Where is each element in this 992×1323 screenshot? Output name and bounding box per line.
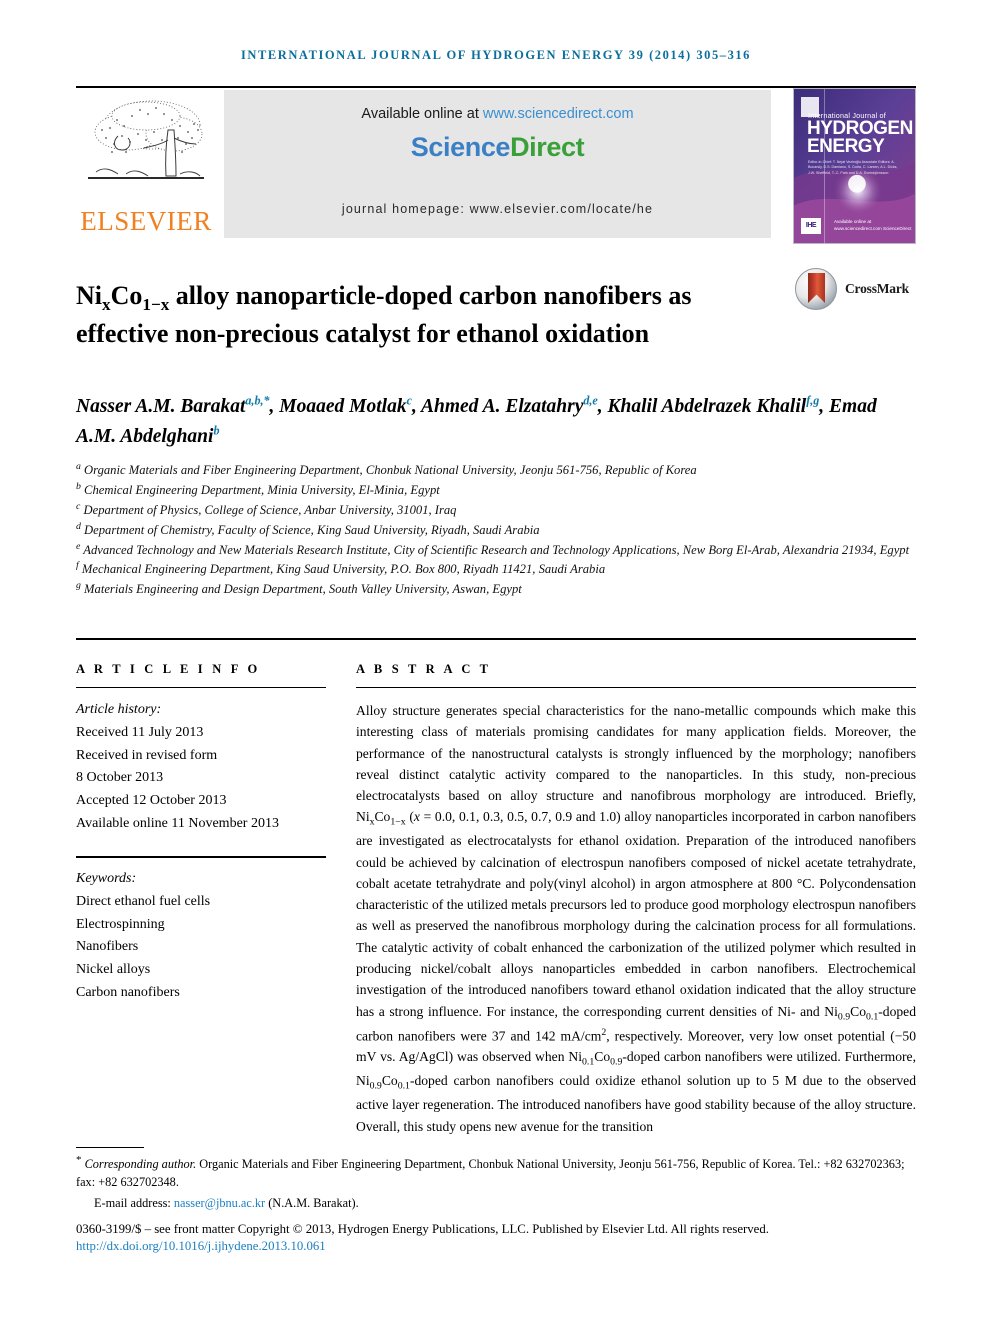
sciencedirect-logo-direct: Direct	[510, 132, 585, 162]
crossmark-badge[interactable]: CrossMark	[795, 268, 925, 312]
crossmark-ribbon-icon	[808, 273, 825, 303]
available-online-prefix: Available online at	[361, 106, 483, 122]
affiliation-item: c Department of Physics, College of Scie…	[76, 500, 457, 517]
affiliation-item: d Department of Chemistry, Faculty of Sc…	[76, 520, 540, 537]
abstract-rule	[356, 687, 916, 688]
email-line: E-mail address: nasser@jbnu.ac.kr (N.A.M…	[76, 1195, 921, 1213]
affiliation-item: a Organic Materials and Fiber Engineerin…	[76, 460, 697, 477]
affiliation-marker: d	[76, 520, 81, 532]
affiliation-marker: f	[76, 560, 79, 572]
corresponding-author-footnote: * Corresponding author. Organic Material…	[76, 1153, 921, 1213]
article-history-item: Accepted 12 October 2013	[76, 793, 227, 809]
affiliation-marker: e	[76, 540, 81, 552]
abstract-heading: A B S T R A C T	[356, 662, 492, 676]
journal-article-first-page: INTERNATIONAL JOURNAL OF HYDROGEN ENERGY…	[0, 0, 992, 1323]
journal-cover-image: International Journal of HYDROGEN ENERGY…	[793, 88, 916, 244]
content-divider	[76, 638, 916, 640]
article-info-column: A R T I C L E I N F O Article history: R…	[76, 662, 328, 1005]
keywords-label: Keywords:	[76, 870, 137, 886]
cover-sciencedirect-mark: Available online at www.sciencedirect.co…	[834, 219, 912, 232]
article-info-rule-bottom	[76, 855, 326, 858]
abstract-body: Alloy structure generates special charac…	[356, 703, 916, 1134]
running-head: INTERNATIONAL JOURNAL OF HYDROGEN ENERGY…	[241, 48, 751, 62]
article-history-item: Available online 11 November 2013	[76, 816, 279, 832]
article-history-items: Received 11 July 2013 Received in revised…	[76, 722, 328, 836]
author-list: Nasser A.M. Barakata,b,*, Moaaed Motlakc…	[76, 393, 877, 447]
email-label: E-mail address:	[94, 1195, 174, 1210]
available-online-line: Available online at www.sciencedirect.co…	[224, 106, 771, 122]
keywords-items: Direct ethanol fuel cells Electrospinning…	[76, 891, 328, 1005]
corresponding-author-label: Corresponding author.	[84, 1157, 197, 1172]
article-history-item: 8 October 2013	[76, 770, 164, 786]
keyword-item: Electrospinning	[76, 916, 165, 932]
affiliation-marker: c	[76, 500, 81, 512]
keyword-item: Carbon nanofibers	[76, 984, 180, 1000]
keyword-item: Direct ethanol fuel cells	[76, 893, 211, 909]
page-title: NixCo1−x alloy nanoparticle-doped carbon…	[76, 281, 692, 349]
affiliation-marker: g	[76, 580, 81, 592]
elsevier-wordmark: ELSEVIER	[80, 206, 212, 236]
article-history-item: Received in revised form	[76, 747, 218, 763]
crossmark-label: CrossMark	[845, 281, 909, 296]
keyword-item: Nanofibers	[76, 939, 139, 955]
affiliation-item: f Mechanical Engineering Department, Kin…	[76, 560, 606, 577]
email-suffix: (N.A.M. Barakat).	[265, 1195, 359, 1210]
affiliation-marker: a	[76, 460, 81, 472]
sciencedirect-logo: ScienceDirect	[224, 132, 771, 163]
affiliation-list: a Organic Materials and Fiber Engineerin…	[76, 461, 926, 600]
crossmark-icon	[795, 268, 837, 310]
doi-link[interactable]: http://dx.doi.org/10.1016/j.ijhydene.201…	[76, 1239, 326, 1254]
sciencedirect-logo-science: Science	[410, 132, 511, 162]
masthead: ELSEVIER Available online at www.science…	[76, 88, 916, 244]
keywords-block: Keywords: Direct ethanol fuel cells Elect…	[76, 868, 328, 1005]
copyright-line: 0360-3199/$ – see front matter Copyright…	[76, 1222, 769, 1236]
affiliation-item: g Materials Engineering and Design Depar…	[76, 580, 522, 597]
article-info-heading: A R T I C L E I N F O	[76, 662, 261, 676]
affiliation-item: e Advanced Technology and New Materials …	[76, 540, 910, 557]
abstract-column: A B S T R A C T Alloy structure generate…	[356, 662, 916, 1137]
sciencedirect-link[interactable]: www.sciencedirect.com	[483, 106, 634, 122]
cover-journal-word-energy: ENERGY	[807, 136, 885, 157]
article-history-item: Received 11 July 2013	[76, 724, 204, 740]
footnote-marker: *	[76, 1154, 82, 1166]
article-history-label: Article history:	[76, 702, 162, 717]
article-info-rule-top	[76, 687, 326, 688]
affiliation-item: b Chemical Engineering Department, Minia…	[76, 480, 440, 497]
sciencedirect-panel: Available online at www.sciencedirect.co…	[224, 90, 771, 238]
elsevier-logo: ELSEVIER	[76, 90, 216, 238]
keyword-item: Nickel alloys	[76, 962, 151, 978]
email-link[interactable]: nasser@jbnu.ac.kr	[174, 1196, 265, 1210]
corresponding-author-address: Organic Materials and Fiber Engineering …	[76, 1157, 905, 1189]
footnote-divider	[76, 1147, 144, 1148]
elsevier-tree-icon	[82, 92, 210, 204]
cover-ihe-logo-icon: IHE	[801, 218, 821, 234]
cover-editors: Editor-in-Chief: T. Nejat Veziroğlu Asso…	[808, 160, 898, 175]
article-history: Article history: Received 11 July 2013 Re…	[76, 699, 328, 836]
journal-homepage-line[interactable]: journal homepage: www.elsevier.com/locat…	[224, 202, 771, 216]
affiliation-marker: b	[76, 480, 81, 492]
